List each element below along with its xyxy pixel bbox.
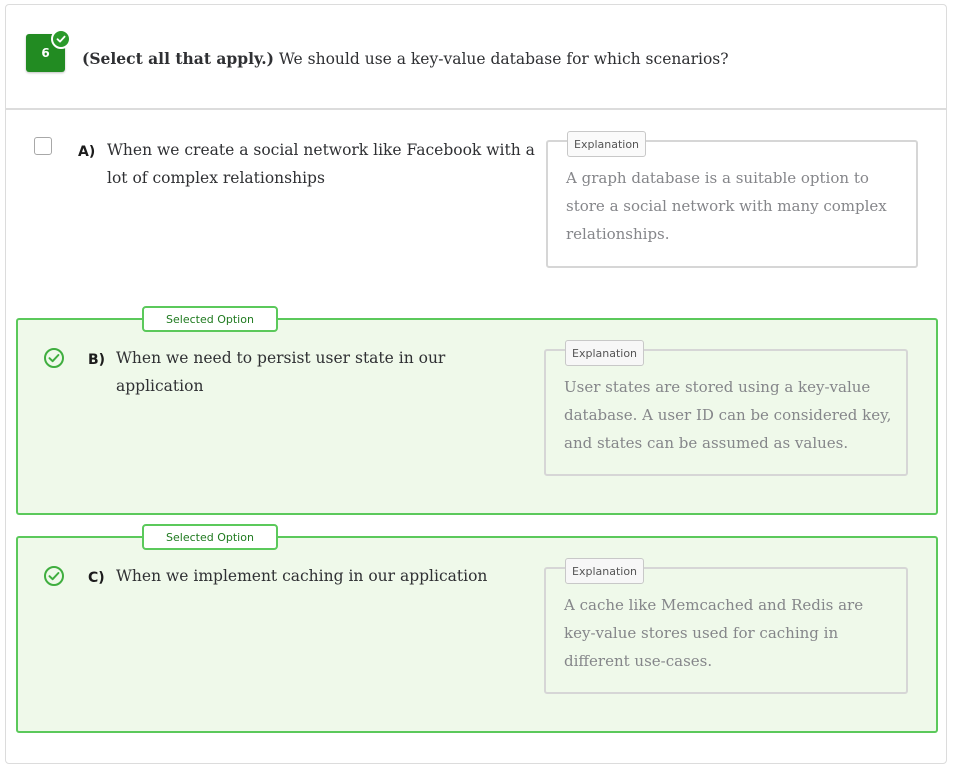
question-text: (Select all that apply.) We should use a… [82, 49, 729, 68]
check-circle-icon [44, 348, 64, 368]
explanation-label: Explanation [567, 131, 647, 157]
question-prefix: (Select all that apply.) [82, 49, 274, 68]
option-text: When we implement caching in our applica… [116, 567, 488, 585]
explanation-label: Explanation [565, 340, 645, 366]
selected-option-badge: Selected Option [142, 524, 278, 550]
option-letter: C) [88, 570, 105, 586]
explanation-text: A cache like Memcached and Redis are key… [564, 596, 864, 670]
check-circle-icon [51, 29, 71, 49]
explanation-box: Explanation A graph database is a suitab… [546, 131, 918, 268]
question-number: 6 [41, 46, 50, 60]
checkbox-icon[interactable] [34, 137, 52, 155]
option-text: When we create a social network like Fac… [107, 141, 535, 187]
question-body: We should use a key-value database for w… [273, 50, 729, 68]
option-letter: A) [78, 144, 96, 160]
selected-option-badge: Selected Option [142, 306, 278, 332]
question-header: 6 (Select all that apply.) We should use… [5, 4, 947, 110]
explanation-text: User states are stored using a key-value… [564, 378, 892, 452]
explanation-text: A graph database is a suitable option to… [566, 169, 887, 243]
option-a[interactable]: A) When we create a social network like … [5, 112, 947, 292]
option-b[interactable]: Selected Option B) When we need to persi… [16, 306, 938, 515]
option-text: When we need to persist user state in ou… [116, 349, 446, 395]
check-circle-icon [44, 566, 64, 586]
explanation-label: Explanation [565, 558, 645, 584]
explanation-box: Explanation A cache like Memcached and R… [544, 558, 908, 694]
option-letter: B) [88, 352, 106, 368]
option-c[interactable]: Selected Option C) When we implement cac… [16, 524, 938, 733]
explanation-box: Explanation User states are stored using… [544, 340, 908, 476]
